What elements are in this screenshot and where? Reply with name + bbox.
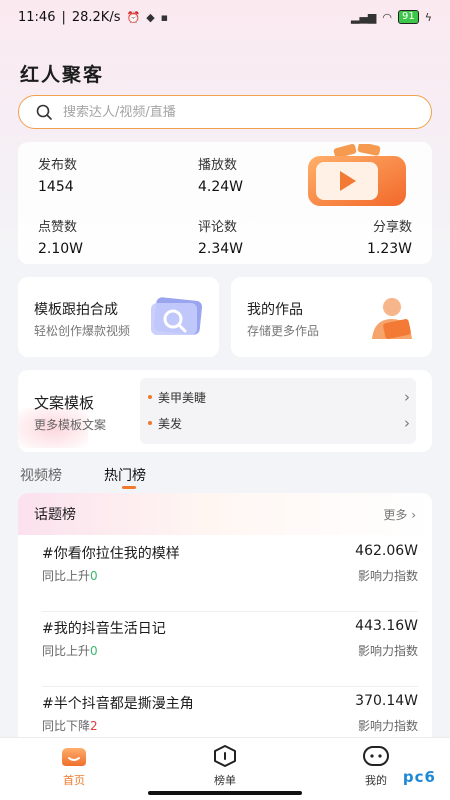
video-player-illustration-icon [308, 144, 406, 206]
topic-header: 话题榜 更多 › [18, 493, 432, 535]
chevron-right-icon: › [404, 388, 410, 406]
home-indicator [148, 791, 302, 795]
topic-name: #我的抖音生活日记 [42, 621, 166, 637]
nav-home[interactable]: 首页 [34, 744, 114, 788]
topic-trend: 同比上升0 [42, 642, 98, 659]
notification-icon: ◆ [146, 10, 155, 24]
trend-value: 0 [90, 569, 98, 583]
topic-value-label: 影响力指数 [357, 644, 418, 658]
chevron-right-icon: › [404, 414, 410, 432]
tab-video-ranking[interactable]: 视频榜 [20, 465, 62, 489]
trend-label: 同比上升 [42, 569, 91, 583]
profile-icon [363, 746, 389, 766]
status-time: 11:46 [18, 9, 56, 25]
status-bar: 11:46 | 28.2K/s ⏰ ◆ ▪ ▂▄▆ ◠ 91 ϟ [0, 0, 450, 34]
topic-trend: 同比下降2 [42, 717, 98, 734]
status-divider: | [61, 9, 66, 25]
topic-value-label: 影响力指数 [357, 719, 418, 733]
stat-publish: 发布数 1454 [38, 154, 168, 195]
bullet-icon [148, 421, 152, 425]
nav-profile-label: 我的 [365, 774, 387, 787]
topic-row[interactable]: #你看你拉住我的模样 同比上升0 462.06W 影响力指数 [42, 537, 418, 612]
bullet-icon [148, 395, 152, 399]
topic-value: 370.14W [355, 693, 418, 709]
stats-card: 发布数 1454 播放数 4.24W 点赞数 2.10W 评论数 2.34W 分… [18, 142, 432, 264]
nav-ranking-label: 榜单 [214, 774, 236, 787]
my-works-icon [372, 298, 412, 339]
topic-name: #半个抖音都是撕漫主角 [42, 696, 194, 712]
feature-subtitle: 轻松创作爆款视频 [34, 324, 131, 338]
trend-value: 0 [90, 644, 98, 658]
ranking-icon [214, 745, 236, 767]
trend-value: 2 [90, 719, 98, 733]
app-notification-icon: ▪ [160, 10, 169, 24]
feature-title: 模板跟拍合成 [34, 302, 118, 318]
search-bar[interactable] [18, 95, 432, 129]
nav-home-label: 首页 [63, 774, 85, 787]
home-icon [62, 748, 86, 766]
watermark-logo: pc6 [402, 768, 436, 786]
ranking-tabs: 视频榜 热门榜 [20, 465, 146, 489]
charging-icon: ϟ [424, 10, 432, 24]
search-icon [36, 104, 52, 120]
wifi-icon: ◠ [382, 10, 392, 24]
network-speed: 28.2K/s [71, 9, 121, 25]
trend-label: 同比上升 [42, 644, 91, 658]
topic-value-label: 影响力指数 [357, 569, 418, 583]
alarm-icon: ⏰ [126, 10, 141, 24]
app-title: 红人聚客 [20, 64, 105, 86]
feature-subtitle: 存储更多作品 [247, 324, 320, 338]
battery-icon: 91 [398, 10, 419, 24]
topic-value: 462.06W [355, 543, 418, 559]
topic-ranking-card: 话题榜 更多 › #你看你拉住我的模样 同比上升0 462.06W 影响力指数 … [18, 493, 432, 743]
template-title: 文案模板 [34, 394, 95, 412]
my-works-card[interactable]: 我的作品 存储更多作品 [231, 277, 432, 357]
trend-label: 同比下降 [42, 719, 91, 733]
topic-row[interactable]: #我的抖音生活日记 同比上升0 443.16W 影响力指数 [42, 612, 418, 687]
template-item[interactable]: 美发 › [148, 414, 410, 432]
more-label: 更多 [383, 507, 408, 522]
topic-name: #你看你拉住我的模样 [42, 546, 180, 562]
feature-title: 我的作品 [247, 302, 303, 318]
chevron-right-icon: › [411, 507, 416, 522]
template-item-label: 美发 [158, 416, 183, 431]
stat-shares: 分享数 1.23W [282, 216, 412, 257]
template-shoot-card[interactable]: 模板跟拍合成 轻松创作爆款视频 [18, 277, 219, 357]
stat-value: 1454 [38, 179, 74, 195]
nav-ranking[interactable]: 榜单 [185, 744, 265, 788]
copywriting-template-card[interactable]: 文案模板 更多模板文案 美甲美睫 › 美发 › [18, 370, 432, 452]
template-item-label: 美甲美睫 [158, 390, 207, 405]
search-template-icon [151, 297, 203, 335]
template-subtitle: 更多模板文案 [34, 418, 107, 432]
stat-label: 点赞数 [38, 220, 78, 235]
stat-value: 2.10W [38, 241, 84, 257]
search-input[interactable] [63, 104, 393, 120]
template-item[interactable]: 美甲美睫 › [148, 388, 410, 406]
stat-likes: 点赞数 2.10W [38, 216, 168, 257]
stat-value: 1.23W [366, 241, 412, 257]
topic-title: 话题榜 [34, 507, 76, 523]
tab-hot-ranking[interactable]: 热门榜 [104, 465, 146, 489]
topic-trend: 同比上升0 [42, 567, 98, 584]
template-list: 美甲美睫 › 美发 › [140, 378, 416, 444]
topic-value: 443.16W [355, 618, 418, 634]
topic-row[interactable]: #半个抖音都是撕漫主角 同比下降2 370.14W 影响力指数 [42, 687, 418, 743]
more-link[interactable]: 更多 › [383, 506, 416, 523]
signal-icon: ▂▄▆ [351, 10, 377, 24]
stat-label: 分享数 [372, 220, 412, 235]
stat-label: 发布数 [38, 158, 78, 173]
